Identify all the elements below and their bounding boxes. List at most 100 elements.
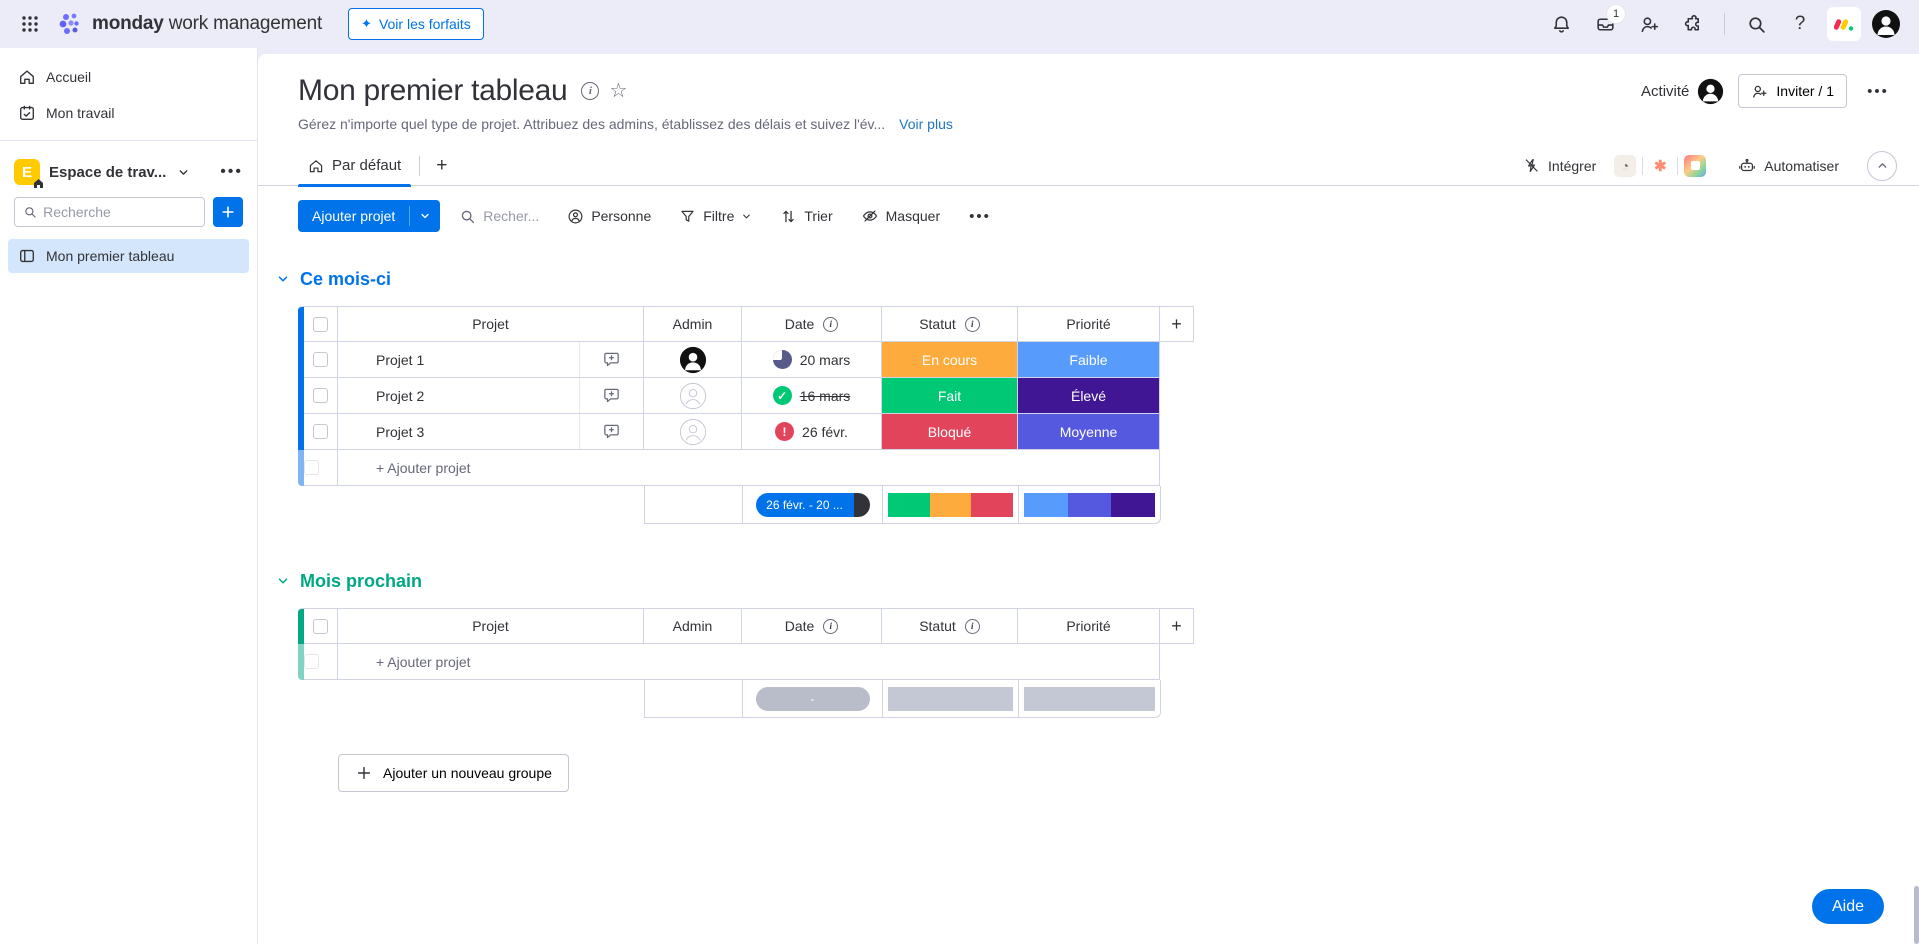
invite-button[interactable]: Inviter / 1 <box>1738 74 1847 108</box>
scrollbar-thumb[interactable] <box>1914 886 1919 944</box>
favorite-star-icon[interactable]: ☆ <box>609 81 627 101</box>
group-collapse-icon[interactable] <box>276 272 290 286</box>
project-cell[interactable]: Projet 1 <box>338 342 644 378</box>
summary-priority-distribution[interactable] <box>1019 680 1161 718</box>
toolbar-person-filter[interactable]: Personne <box>558 202 660 231</box>
help-button[interactable]: Aide <box>1812 889 1884 924</box>
help-glyph: ? <box>1795 13 1806 35</box>
overdue-alert-icon: ! <box>775 422 794 441</box>
help-icon[interactable]: ? <box>1783 7 1817 41</box>
add-project-row[interactable]: + Ajouter projet <box>298 644 1196 680</box>
collapse-header-button[interactable] <box>1867 151 1897 181</box>
status-cell[interactable]: En cours <box>882 342 1018 378</box>
add-project-row-label[interactable]: + Ajouter projet <box>338 460 471 476</box>
date-cell[interactable]: 20 mars <box>742 342 882 378</box>
column-header-date[interactable]: Date i <box>742 306 882 342</box>
toolbar-search[interactable]: Recher... <box>450 202 548 231</box>
apps-grid-icon[interactable] <box>14 8 46 40</box>
tab-default-label: Par défaut <box>332 157 401 174</box>
column-header-statut[interactable]: Statut i <box>882 608 1018 644</box>
summary-admin-spacer <box>645 486 743 524</box>
toolbar-hide[interactable]: Masquer <box>852 201 949 231</box>
project-cell[interactable]: Projet 3 <box>338 414 644 450</box>
column-header-admin[interactable]: Admin <box>644 306 742 342</box>
column-header-projet[interactable]: Projet <box>338 608 644 644</box>
sidebar-item-my-work[interactable]: Mon travail <box>8 96 249 130</box>
inbox-icon[interactable]: 1 <box>1588 7 1622 41</box>
monday-logo[interactable]: monday work management <box>58 11 322 37</box>
admin-cell[interactable] <box>644 378 742 414</box>
date-range-label: 26 févr. - 20 ... <box>756 493 854 517</box>
activity-button[interactable]: Activité <box>1641 78 1724 105</box>
robot-icon <box>1738 157 1756 175</box>
group-title[interactable]: Mois prochain <box>300 571 422 592</box>
admin-cell[interactable] <box>644 342 742 378</box>
add-project-caret-icon[interactable] <box>410 200 440 232</box>
monday-mark-icon[interactable] <box>1827 7 1861 41</box>
priority-cell[interactable]: Moyenne <box>1018 414 1160 450</box>
row-checkbox[interactable] <box>313 388 328 403</box>
notifications-bell-icon[interactable] <box>1544 7 1578 41</box>
priority-cell[interactable]: Élevé <box>1018 378 1160 414</box>
add-project-row-label[interactable]: + Ajouter projet <box>338 654 471 670</box>
column-header-statut[interactable]: Statut i <box>882 306 1018 342</box>
sidebar-item-home-label: Accueil <box>46 69 91 85</box>
column-header-priorite[interactable]: Priorité <box>1018 306 1160 342</box>
status-cell[interactable]: Fait <box>882 378 1018 414</box>
see-more-link[interactable]: Voir plus <box>899 116 953 132</box>
add-conversation-icon[interactable] <box>579 342 643 377</box>
add-conversation-icon[interactable] <box>579 414 643 449</box>
see-plans-button[interactable]: ✦ Voir les forfaits <box>348 8 484 40</box>
board-menu-icon[interactable]: ••• <box>1861 74 1895 108</box>
automate-button[interactable]: Automatiser <box>1730 152 1847 180</box>
sidebar-item-board[interactable]: Mon premier tableau <box>8 239 249 273</box>
search-icon[interactable] <box>1739 7 1773 41</box>
add-view-button[interactable]: + <box>428 155 455 177</box>
status-cell[interactable]: Bloqué <box>882 414 1018 450</box>
summary-date-range[interactable]: 26 févr. - 20 ... <box>743 486 883 524</box>
sidebar-add-button[interactable] <box>213 197 243 227</box>
workspace-avatar: E <box>14 159 40 185</box>
add-project-row[interactable]: + Ajouter projet <box>298 450 1196 486</box>
workspace-menu-icon[interactable]: ••• <box>220 163 243 181</box>
row-checkbox[interactable] <box>313 352 328 367</box>
summary-priority-distribution[interactable] <box>1019 486 1161 524</box>
priority-cell[interactable]: Faible <box>1018 342 1160 378</box>
select-all-checkbox[interactable] <box>313 619 328 634</box>
summary-status-distribution[interactable] <box>883 486 1019 524</box>
sidebar-item-home[interactable]: Accueil <box>8 60 249 94</box>
sidebar-search[interactable] <box>14 197 205 227</box>
select-all-checkbox[interactable] <box>313 317 328 332</box>
column-header-admin[interactable]: Admin <box>644 608 742 644</box>
board-info-icon[interactable]: i <box>581 82 599 100</box>
add-project-button[interactable]: Ajouter projet <box>298 200 440 232</box>
row-checkbox[interactable] <box>313 424 328 439</box>
group-title[interactable]: Ce mois-ci <box>300 269 391 290</box>
toolbar-filter[interactable]: Filtre <box>670 202 761 231</box>
apps-marketplace-icon[interactable] <box>1676 7 1710 41</box>
project-cell[interactable]: Projet 2 <box>338 378 644 414</box>
workspace-switcher[interactable]: E Espace de trav... ••• <box>0 151 257 195</box>
add-conversation-icon[interactable] <box>579 378 643 413</box>
integrate-button[interactable]: Intégrer <box>1515 152 1604 179</box>
admin-cell[interactable] <box>644 414 742 450</box>
add-column-button[interactable]: + <box>1160 306 1194 342</box>
add-group-button[interactable]: Ajouter un nouveau groupe <box>338 754 569 792</box>
tab-default-view[interactable]: Par défaut <box>298 146 411 186</box>
column-header-date[interactable]: Date i <box>742 608 882 644</box>
column-header-priorite[interactable]: Priorité <box>1018 608 1160 644</box>
toolbar-more-icon[interactable]: ••• <box>959 202 1001 231</box>
add-column-button[interactable]: + <box>1160 608 1194 644</box>
summary-status-distribution[interactable] <box>883 680 1019 718</box>
date-cell[interactable]: ! 26 févr. <box>742 414 882 450</box>
summary-date-range[interactable]: - <box>743 680 883 718</box>
toolbar-sort[interactable]: Trier <box>771 202 841 231</box>
invite-members-icon[interactable] <box>1632 7 1666 41</box>
group-collapse-icon[interactable] <box>276 574 290 588</box>
user-avatar[interactable] <box>1871 9 1901 39</box>
toolbar-hide-label: Masquer <box>886 208 940 224</box>
sidebar-search-input[interactable] <box>43 204 196 220</box>
eye-slash-icon <box>861 207 879 225</box>
column-header-projet[interactable]: Projet <box>338 306 644 342</box>
date-cell[interactable]: ✓ 16 mars <box>742 378 882 414</box>
